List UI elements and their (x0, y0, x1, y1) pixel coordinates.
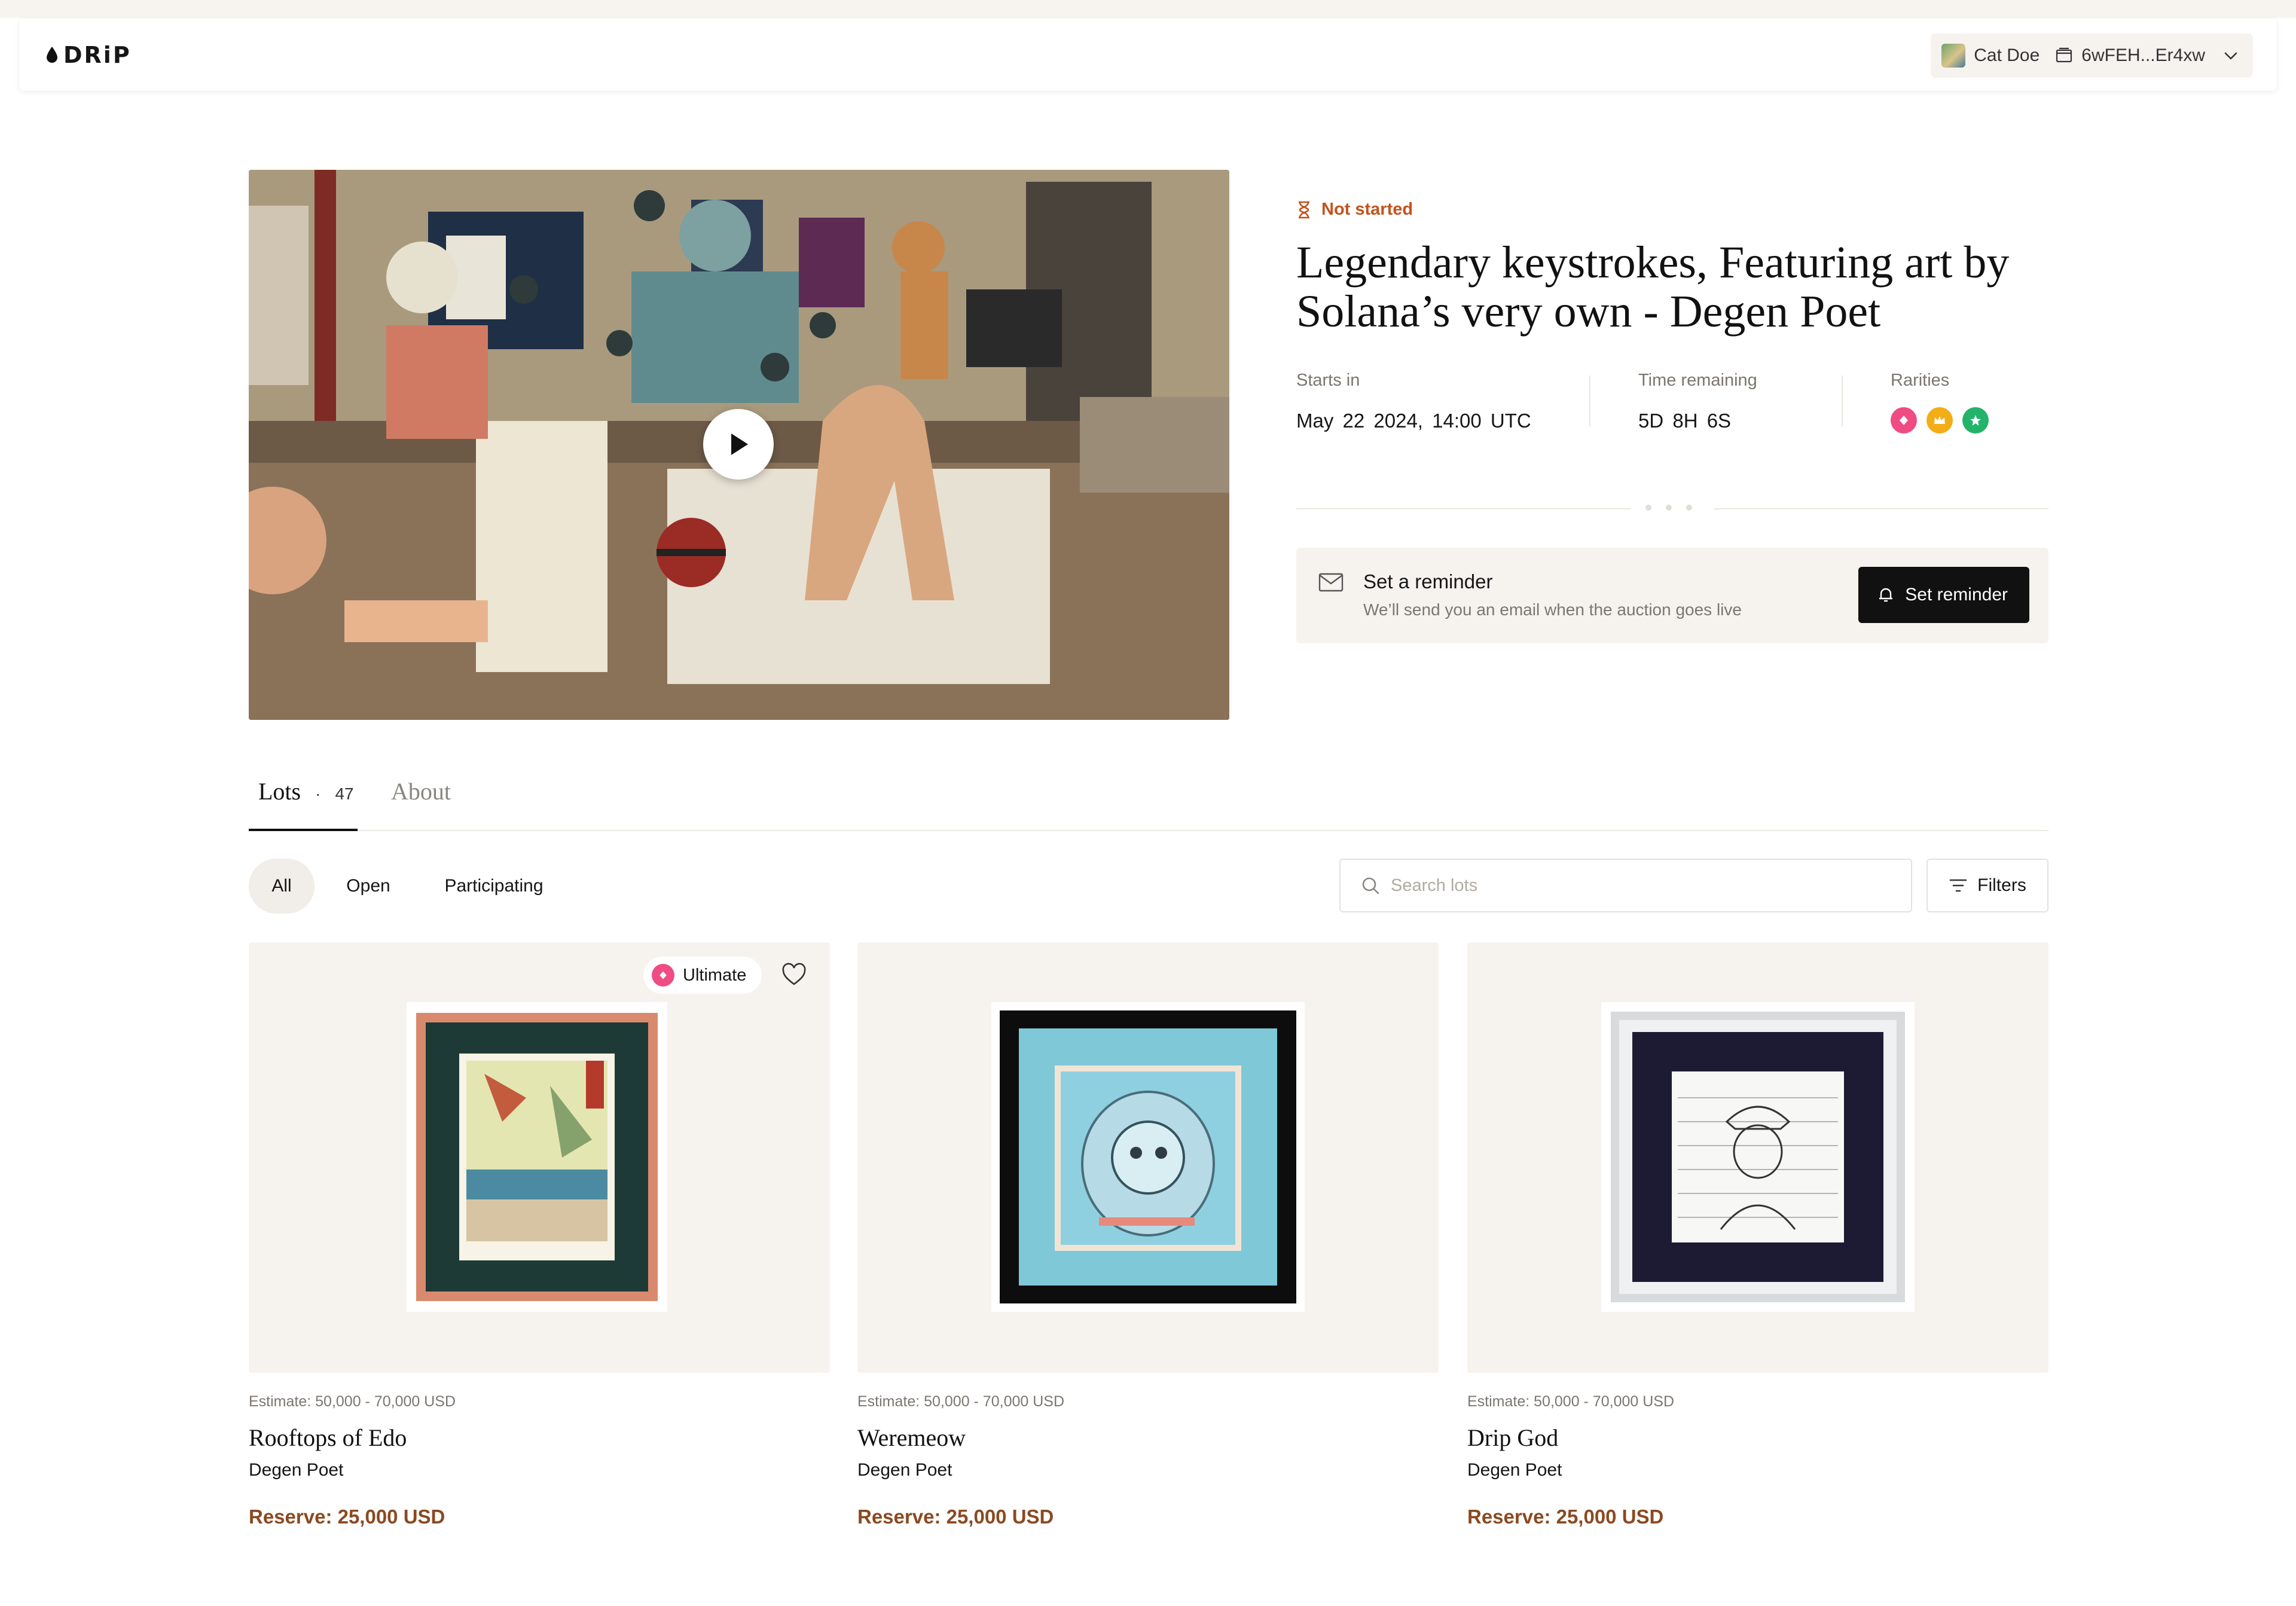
crown-icon (1934, 416, 1945, 424)
lots-count: 47 (335, 784, 354, 803)
reminder-title: Set a reminder (1363, 570, 1493, 593)
logo-text: DRiP (63, 42, 132, 68)
drop-icon (47, 47, 57, 63)
tab-about[interactable]: About (391, 777, 451, 805)
bell-icon (1879, 588, 1893, 602)
framed-print-rooftops (407, 1002, 667, 1312)
lot-title[interactable]: Weremeow (857, 1424, 1439, 1452)
lot-image[interactable] (1467, 942, 2048, 1373)
framed-print-drip-god (1601, 1002, 1915, 1312)
lot-artist: Degen Poet (857, 1460, 952, 1480)
wallet-address[interactable]: 6wFEH...Er4xw (2055, 45, 2205, 66)
lot-image[interactable] (857, 942, 1439, 1373)
tab-about-label: About (391, 778, 451, 805)
carousel-dots (1645, 505, 1692, 511)
logo[interactable]: DRiP (45, 42, 132, 68)
status-text: Not started (1321, 200, 1413, 219)
filter-chip-open[interactable]: Open (332, 859, 404, 914)
time-remaining: Time remaining 5D 8H 6S (1638, 371, 1757, 432)
lot-title[interactable]: Drip God (1467, 1424, 2048, 1452)
rare-rarity-icon[interactable] (1962, 407, 1989, 433)
rarities: Rarities (1891, 371, 1989, 433)
divider (1589, 375, 1590, 427)
filters-label: Filters (1977, 875, 2026, 895)
lot-reserve: Reserve: 25,000 USD (249, 1506, 445, 1528)
play-icon (731, 433, 748, 455)
starts-value: May 22 2024, 14:00 UTC (1296, 410, 1531, 432)
lot-estimate: Estimate: 50,000 - 70,000 USD (1467, 1393, 1675, 1410)
avatar (1941, 44, 1966, 68)
lot-estimate: Estimate: 50,000 - 70,000 USD (249, 1393, 456, 1410)
filter-chip-participating[interactable]: Participating (428, 859, 560, 914)
account-menu[interactable]: Cat Doe 6wFEH...Er4xw (1931, 33, 2253, 78)
legendary-rarity-icon[interactable] (1926, 407, 1953, 433)
diamond-icon (1900, 416, 1908, 425)
search-icon (1362, 877, 1379, 894)
divider (1296, 508, 1631, 509)
mail-icon (1318, 573, 1344, 592)
user-name: Cat Doe (1974, 45, 2040, 65)
lot-reserve: Reserve: 25,000 USD (1467, 1506, 1664, 1528)
search-input[interactable]: Search lots (1339, 859, 1912, 912)
starts-label: Starts in (1296, 371, 1360, 390)
rarities-label: Rarities (1891, 371, 1950, 390)
ultimate-rarity-icon (652, 964, 674, 987)
star-icon (1970, 415, 1981, 426)
lot-title[interactable]: Rooftops of Edo (249, 1424, 830, 1452)
tab-lots-label: Lots (258, 778, 301, 805)
chevron-down-icon[interactable] (2221, 45, 2241, 66)
tab-separator: · (315, 784, 321, 803)
remaining-label: Time remaining (1638, 371, 1757, 390)
status-badge: Not started (1296, 200, 1413, 219)
wallet-text: 6wFEH...Er4xw (2081, 45, 2205, 65)
divider (1714, 508, 2048, 509)
tab-bar: Lots · 47 About (249, 765, 2048, 831)
starts-in: Starts in May 22 2024, 14:00 UTC (1296, 371, 1531, 432)
lot-image[interactable]: Ultimate (249, 942, 830, 1373)
filter-icon (1949, 879, 1967, 892)
remaining-value: 5D 8H 6S (1638, 410, 1732, 432)
reminder-subtitle: We’ll send you an email when the auction… (1363, 600, 1742, 619)
lot-card[interactable]: Estimate: 50,000 - 70,000 USD Weremeow D… (857, 942, 1439, 1528)
lot-artist: Degen Poet (249, 1460, 344, 1480)
top-nav: DRiP Cat Doe 6wFEH...Er4xw (19, 19, 2277, 91)
auction-title: Legendary keystrokes, Featuring art by S… (1296, 237, 2010, 337)
lot-card[interactable]: Estimate: 50,000 - 70,000 USD Drip God D… (1467, 942, 2048, 1528)
lot-estimate: Estimate: 50,000 - 70,000 USD (857, 1393, 1065, 1410)
top-strip (0, 0, 2296, 18)
divider (1842, 375, 1843, 427)
tab-lots[interactable]: Lots · 47 (258, 777, 354, 805)
set-reminder-button[interactable]: Set reminder (1858, 567, 2029, 623)
rarity-badge: Ultimate (643, 957, 762, 994)
ultimate-rarity-icon[interactable] (1891, 407, 1917, 433)
framed-print-weremeow (991, 1002, 1305, 1312)
page: DRiP Cat Doe 6wFEH...Er4xw Not started L… (0, 0, 2296, 1606)
reminder-panel: Set a reminder We’ll send you an email w… (1296, 548, 2048, 643)
badge-label: Ultimate (683, 965, 747, 985)
wallet-icon (2056, 47, 2072, 63)
set-reminder-label: Set reminder (1905, 585, 2008, 604)
lot-artist: Degen Poet (1467, 1460, 1562, 1480)
diamond-icon (660, 971, 667, 979)
play-button[interactable] (703, 409, 774, 480)
active-tab-indicator (249, 829, 358, 831)
lot-card[interactable]: Ultimate Estimate: 50,000 - 70,000 USD R… (249, 942, 830, 1528)
search-placeholder: Search lots (1391, 875, 1478, 895)
heart-icon[interactable] (781, 963, 807, 987)
user-profile[interactable]: Cat Doe (1941, 44, 2039, 68)
filter-chip-all[interactable]: All (249, 859, 315, 914)
hourglass-icon (1299, 201, 1309, 218)
lot-reserve: Reserve: 25,000 USD (857, 1506, 1054, 1528)
filters-button[interactable]: Filters (1926, 859, 2048, 912)
